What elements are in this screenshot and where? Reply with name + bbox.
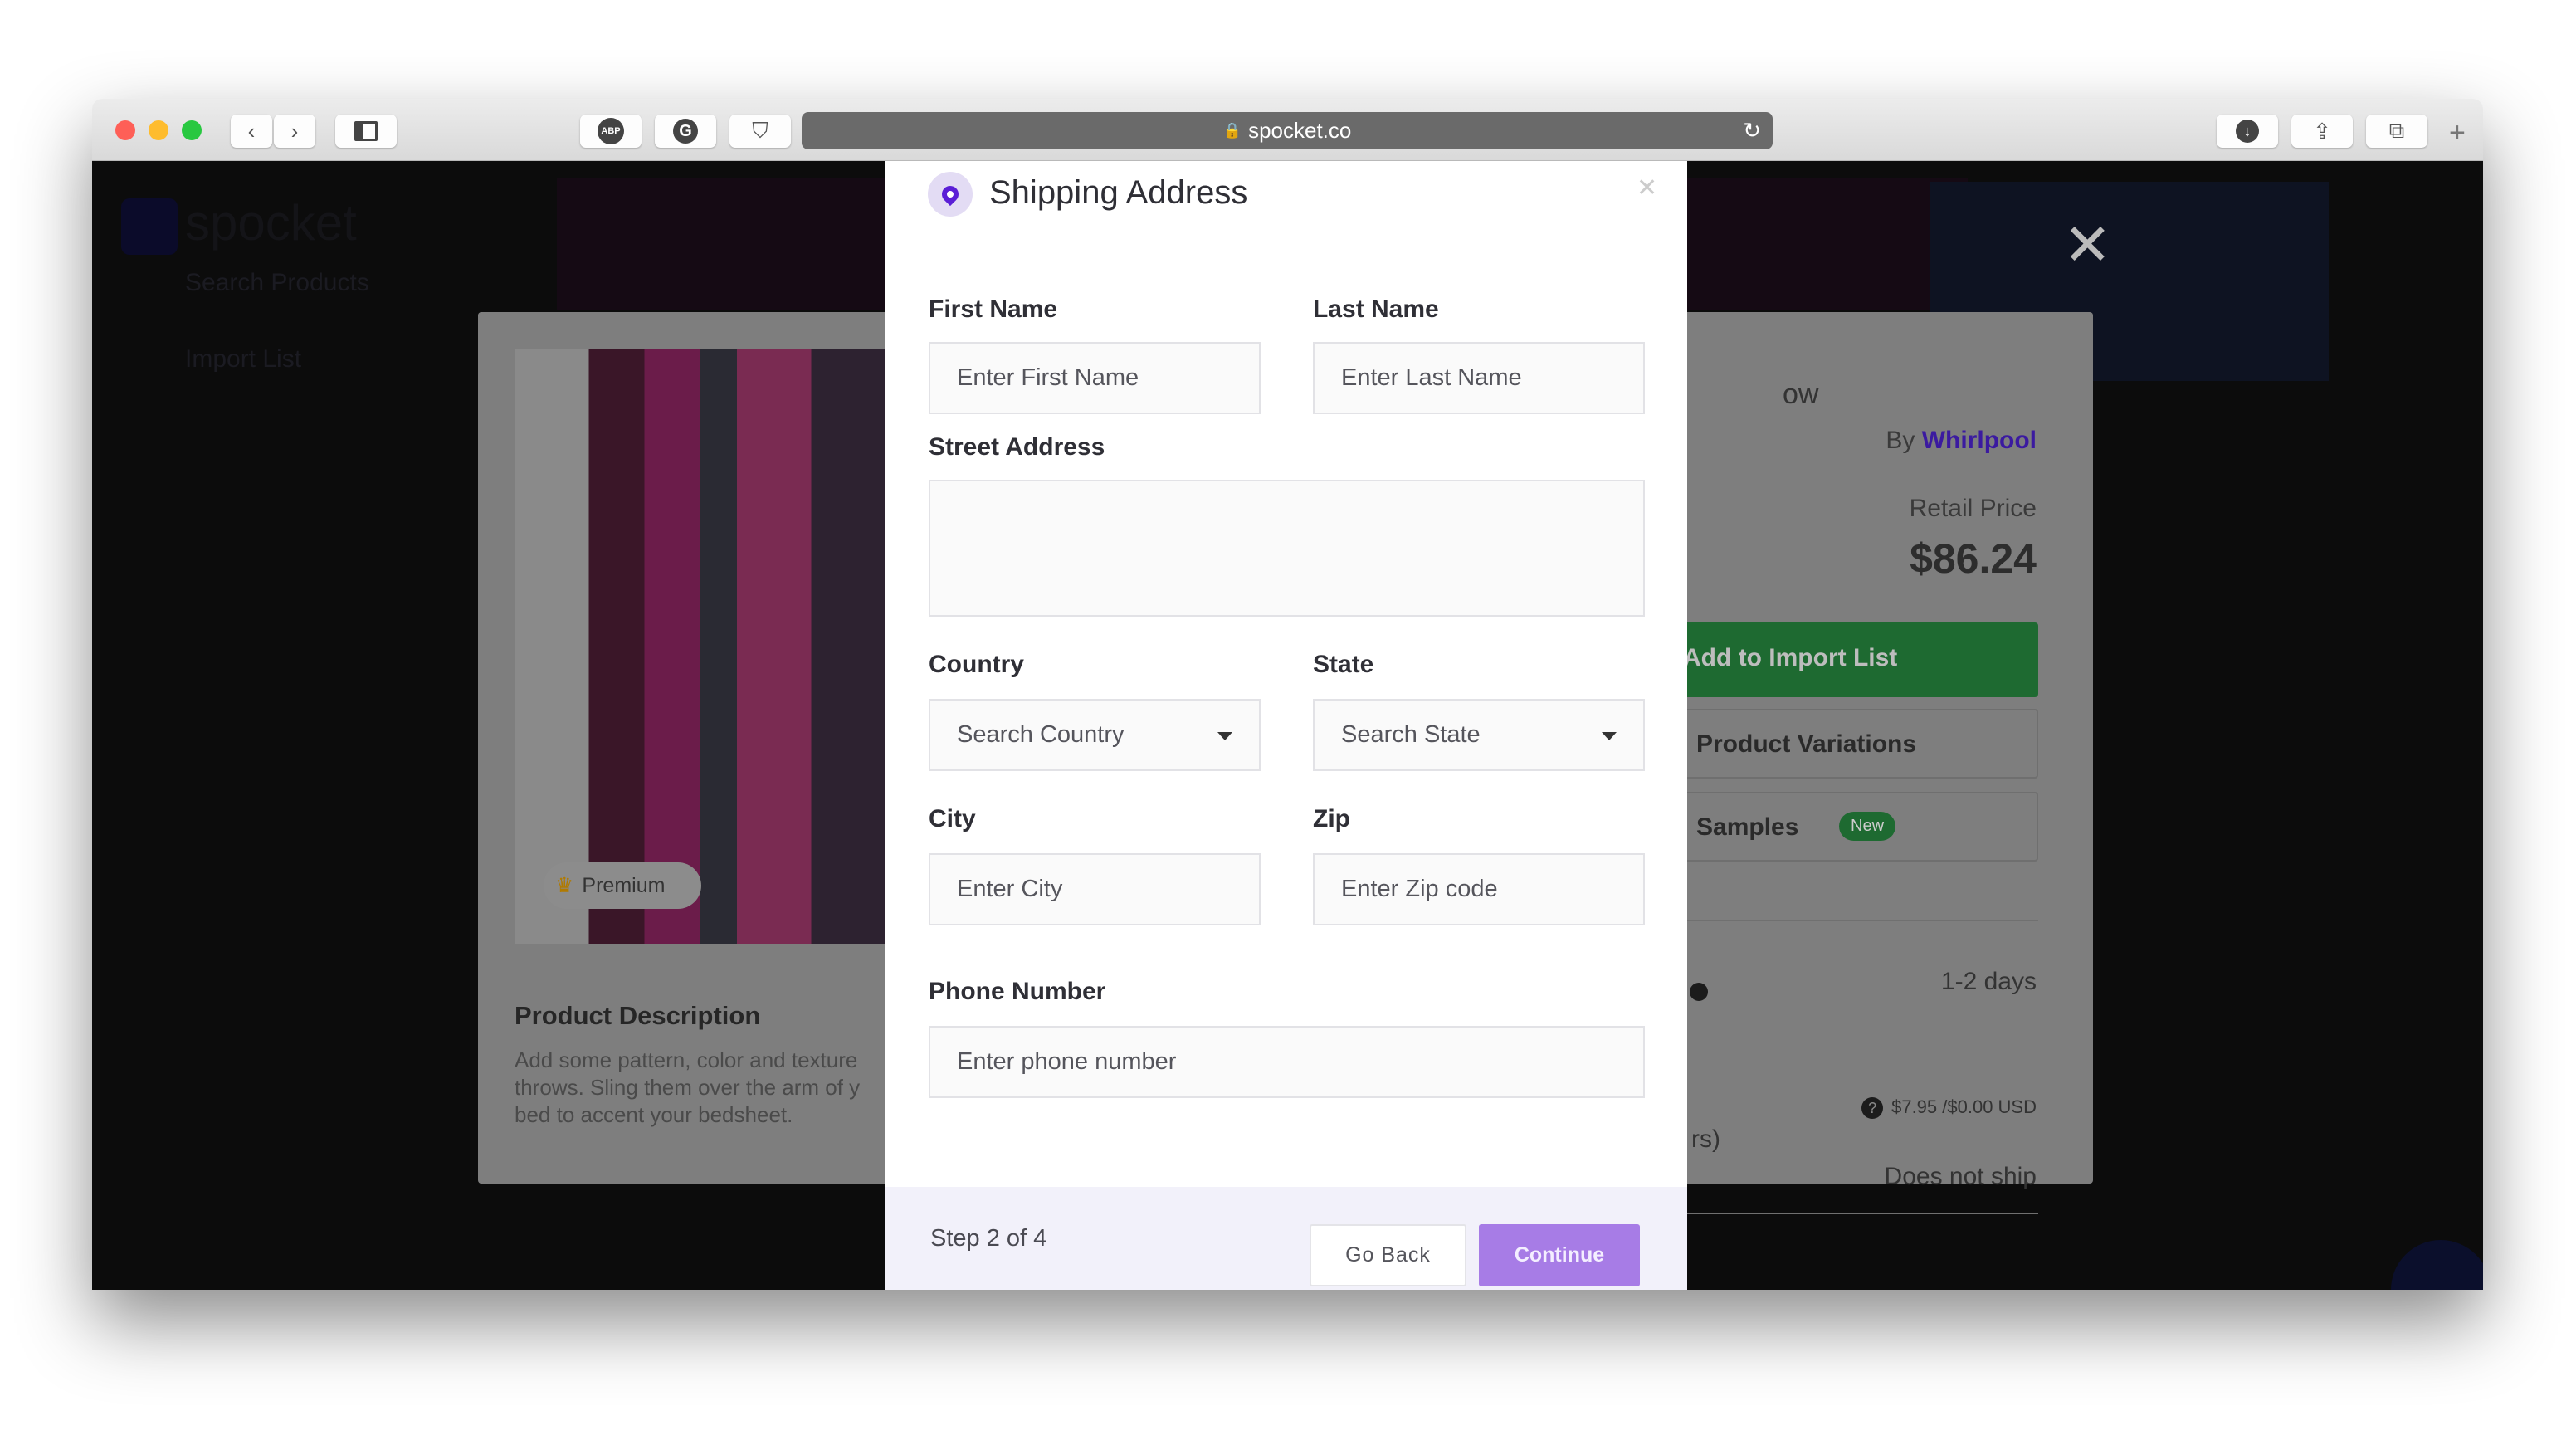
caret-down-icon — [1602, 732, 1617, 740]
new-badge: New — [1839, 812, 1896, 841]
abp-icon: ABP — [598, 118, 624, 144]
browser-toolbar: ‹ › ABP G ⛉ 🔒 spocket.co ↻ ↓ ⇪ ⧉ + — [92, 99, 2483, 161]
forward-button[interactable]: › — [274, 115, 315, 148]
reload-icon[interactable]: ↻ — [1743, 118, 1761, 144]
supplier: By Whirlpool — [1886, 427, 2037, 454]
share-button[interactable]: ⇪ — [2291, 115, 2353, 148]
zip-label: Zip — [1313, 805, 1350, 832]
retail-price-label: Retail Price — [1909, 495, 2037, 522]
shipping-address-modal: Shipping Address ✕ First Name Enter Firs… — [886, 161, 1687, 1290]
spocket-logo: spocket — [185, 195, 357, 251]
shield-extension-button[interactable]: ⛉ — [729, 115, 791, 148]
browser-window: ‹ › ABP G ⛉ 🔒 spocket.co ↻ ↓ ⇪ ⧉ + spocket… — [92, 99, 2483, 1290]
city-label: City — [929, 805, 976, 832]
minimize-window-button[interactable] — [149, 120, 168, 140]
share-icon: ⇪ — [2313, 118, 2331, 144]
continue-button[interactable]: Continue — [1479, 1224, 1640, 1286]
help-icon[interactable] — [1690, 983, 1708, 1001]
product-image — [515, 349, 886, 944]
go-back-button[interactable]: Go Back — [1310, 1224, 1466, 1286]
last-name-input[interactable]: Enter Last Name — [1313, 342, 1645, 414]
state-label: State — [1313, 651, 1374, 678]
sidebar-item-import-list[interactable]: Import List — [185, 345, 301, 373]
location-pin-icon — [928, 172, 973, 217]
modal-footer: Step 2 of 4 Go Back Continue — [886, 1187, 1687, 1290]
crown-icon: ♛ — [555, 874, 574, 897]
page-content: spocket Search Products Import List ✕ ♛ P… — [92, 161, 2483, 1290]
adblock-extension-button[interactable]: ABP — [580, 115, 642, 148]
country-select[interactable]: Search Country — [929, 699, 1261, 771]
divider — [1681, 920, 2038, 921]
tabs-button[interactable]: ⧉ — [2366, 115, 2427, 148]
supplier-link[interactable]: Whirlpool — [1922, 427, 2037, 454]
country-label: Country — [929, 651, 1024, 678]
step-indicator: Step 2 of 4 — [930, 1225, 1047, 1252]
help-icon[interactable]: ? — [1861, 1097, 1884, 1119]
spocket-logo-icon — [121, 198, 178, 255]
sidebar-item-search-products[interactable]: Search Products — [185, 269, 369, 297]
delivery-time: 1-2 days — [1940, 968, 2037, 995]
address-bar[interactable]: 🔒 spocket.co ↻ — [802, 112, 1773, 149]
back-button[interactable]: ‹ — [231, 115, 272, 148]
state-select[interactable]: Search State — [1313, 699, 1645, 771]
street-address-textarea[interactable] — [929, 480, 1645, 617]
chevron-left-icon: ‹ — [247, 118, 256, 144]
close-icon: ✕ — [1637, 174, 1658, 202]
modal-close-button[interactable]: ✕ — [1637, 173, 1657, 203]
modal-title: Shipping Address — [989, 174, 1248, 211]
close-window-button[interactable] — [115, 120, 135, 140]
last-name-label: Last Name — [1313, 295, 1439, 323]
product-description: Add some pattern, color and texture thro… — [515, 1047, 861, 1127]
shipping-status: Does not ship — [1884, 1163, 2037, 1190]
chat-bubble-button[interactable] — [2391, 1240, 2483, 1290]
city-input[interactable]: Enter City — [929, 853, 1261, 925]
street-address-label: Street Address — [929, 433, 1105, 461]
maximize-window-button[interactable] — [182, 120, 202, 140]
zip-input[interactable]: Enter Zip code — [1313, 853, 1645, 925]
first-name-input[interactable]: Enter First Name — [929, 342, 1261, 414]
product-title: ow — [1783, 378, 1819, 410]
phone-number-input[interactable]: Enter phone number — [929, 1026, 1645, 1098]
chevron-right-icon: › — [290, 118, 299, 144]
grammarly-extension-button[interactable]: G — [655, 115, 716, 148]
lock-icon: 🔒 — [1222, 122, 1242, 139]
shipping-time-fragment: rs) — [1691, 1125, 1720, 1153]
shield-icon: ⛉ — [752, 118, 768, 143]
sidebar-icon — [354, 121, 378, 141]
downloads-button[interactable]: ↓ — [2217, 115, 2278, 148]
phone-number-label: Phone Number — [929, 978, 1106, 1005]
product-description-title: Product Description — [515, 1001, 761, 1030]
download-icon: ↓ — [2236, 120, 2259, 143]
sidebar-toggle-button[interactable] — [335, 115, 397, 148]
tabs-icon: ⧉ — [2388, 118, 2405, 143]
shipping-cost: ? $7.95 /$0.00 USD — [1861, 1096, 2037, 1119]
first-name-label: First Name — [929, 295, 1058, 323]
new-tab-button[interactable]: + — [2449, 117, 2466, 149]
retail-price: $86.24 — [1910, 535, 2037, 582]
caret-down-icon — [1217, 732, 1232, 740]
premium-badge: ♛ Premium — [544, 862, 701, 909]
grammarly-icon: G — [673, 119, 698, 144]
url-text: spocket.co — [1248, 118, 1352, 143]
close-product-icon[interactable]: ✕ — [2063, 211, 2112, 279]
divider — [1681, 1213, 2038, 1214]
